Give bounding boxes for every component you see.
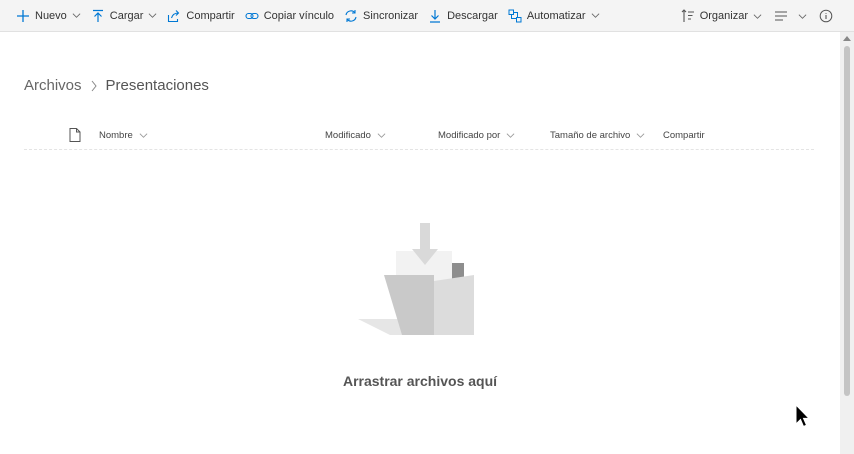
column-modified-by-label: Modificado por xyxy=(438,130,501,141)
column-modified[interactable]: Modificado xyxy=(325,130,386,141)
scrollbar-thumb[interactable] xyxy=(844,46,850,396)
download-icon xyxy=(430,9,441,23)
sync-icon xyxy=(345,9,357,22)
upload-icon xyxy=(92,9,103,22)
share-label: Compartir xyxy=(186,9,235,22)
chevron-down-icon xyxy=(591,13,599,18)
link-icon xyxy=(245,12,259,19)
upload-label: Cargar xyxy=(109,9,144,22)
command-bar: Nuevo Cargar Compartir Copiar vínculo Si… xyxy=(0,0,854,32)
breadcrumb-root[interactable]: Archivos xyxy=(24,77,82,94)
copy-link-label: Copiar vínculo xyxy=(263,9,335,22)
folder-drop-illustration xyxy=(358,223,474,335)
new-label: Nuevo xyxy=(35,9,67,22)
info-icon xyxy=(819,9,833,23)
copy-link-button[interactable]: Copiar vínculo xyxy=(240,0,339,32)
sort-label: Organizar xyxy=(699,10,748,22)
new-button[interactable]: Nuevo xyxy=(0,0,86,32)
column-sharing-label: Compartir xyxy=(663,130,705,141)
column-file-size-label: Tamaño de archivo xyxy=(550,130,631,141)
upload-button[interactable]: Cargar xyxy=(86,0,163,32)
sync-button[interactable]: Sincronizar xyxy=(339,0,423,32)
chevron-down-icon xyxy=(506,133,515,138)
automate-label: Automatizar xyxy=(526,9,586,22)
column-name-label: Nombre xyxy=(99,130,133,141)
sync-label: Sincronizar xyxy=(363,9,419,22)
chevron-right-icon xyxy=(90,80,98,92)
share-icon xyxy=(168,9,180,22)
download-label: Descargar xyxy=(447,9,498,22)
breadcrumb: Archivos Presentaciones xyxy=(24,77,209,94)
vertical-scrollbar[interactable] xyxy=(840,32,854,454)
chevron-down-icon xyxy=(149,13,157,18)
list-view-icon xyxy=(775,11,787,21)
info-button[interactable] xyxy=(813,0,854,32)
download-button[interactable]: Descargar xyxy=(423,0,503,32)
column-file-size[interactable]: Tamaño de archivo xyxy=(550,130,645,141)
chevron-down-icon xyxy=(636,133,645,138)
mouse-cursor-icon xyxy=(795,404,811,428)
breadcrumb-current[interactable]: Presentaciones xyxy=(106,77,209,94)
chevron-down-icon xyxy=(798,13,807,19)
flow-icon xyxy=(508,9,522,22)
file-type-icon[interactable] xyxy=(69,128,81,145)
chevron-down-icon xyxy=(753,13,762,19)
column-modified-by[interactable]: Modificado por xyxy=(438,130,515,141)
share-button[interactable]: Compartir xyxy=(162,0,239,32)
column-header-row: Nombre Modificado Modificado por Tamaño … xyxy=(24,124,814,150)
plus-icon xyxy=(17,9,29,22)
sort-button[interactable]: Organizar xyxy=(675,0,768,32)
chevron-down-icon xyxy=(72,13,81,18)
sort-icon xyxy=(681,9,694,22)
empty-state-message: Arrastrar archivos aquí xyxy=(342,373,498,389)
view-options-button[interactable] xyxy=(768,0,813,32)
automate-button[interactable]: Automatizar xyxy=(503,0,605,32)
column-sharing[interactable]: Compartir xyxy=(663,130,705,141)
chevron-down-icon xyxy=(377,133,386,138)
empty-drop-zone[interactable]: Arrastrar archivos aquí xyxy=(0,215,840,415)
scroll-up-arrow-icon[interactable] xyxy=(843,36,851,41)
column-modified-label: Modificado xyxy=(325,130,371,141)
chevron-down-icon xyxy=(139,133,148,138)
column-name[interactable]: Nombre xyxy=(99,130,148,141)
